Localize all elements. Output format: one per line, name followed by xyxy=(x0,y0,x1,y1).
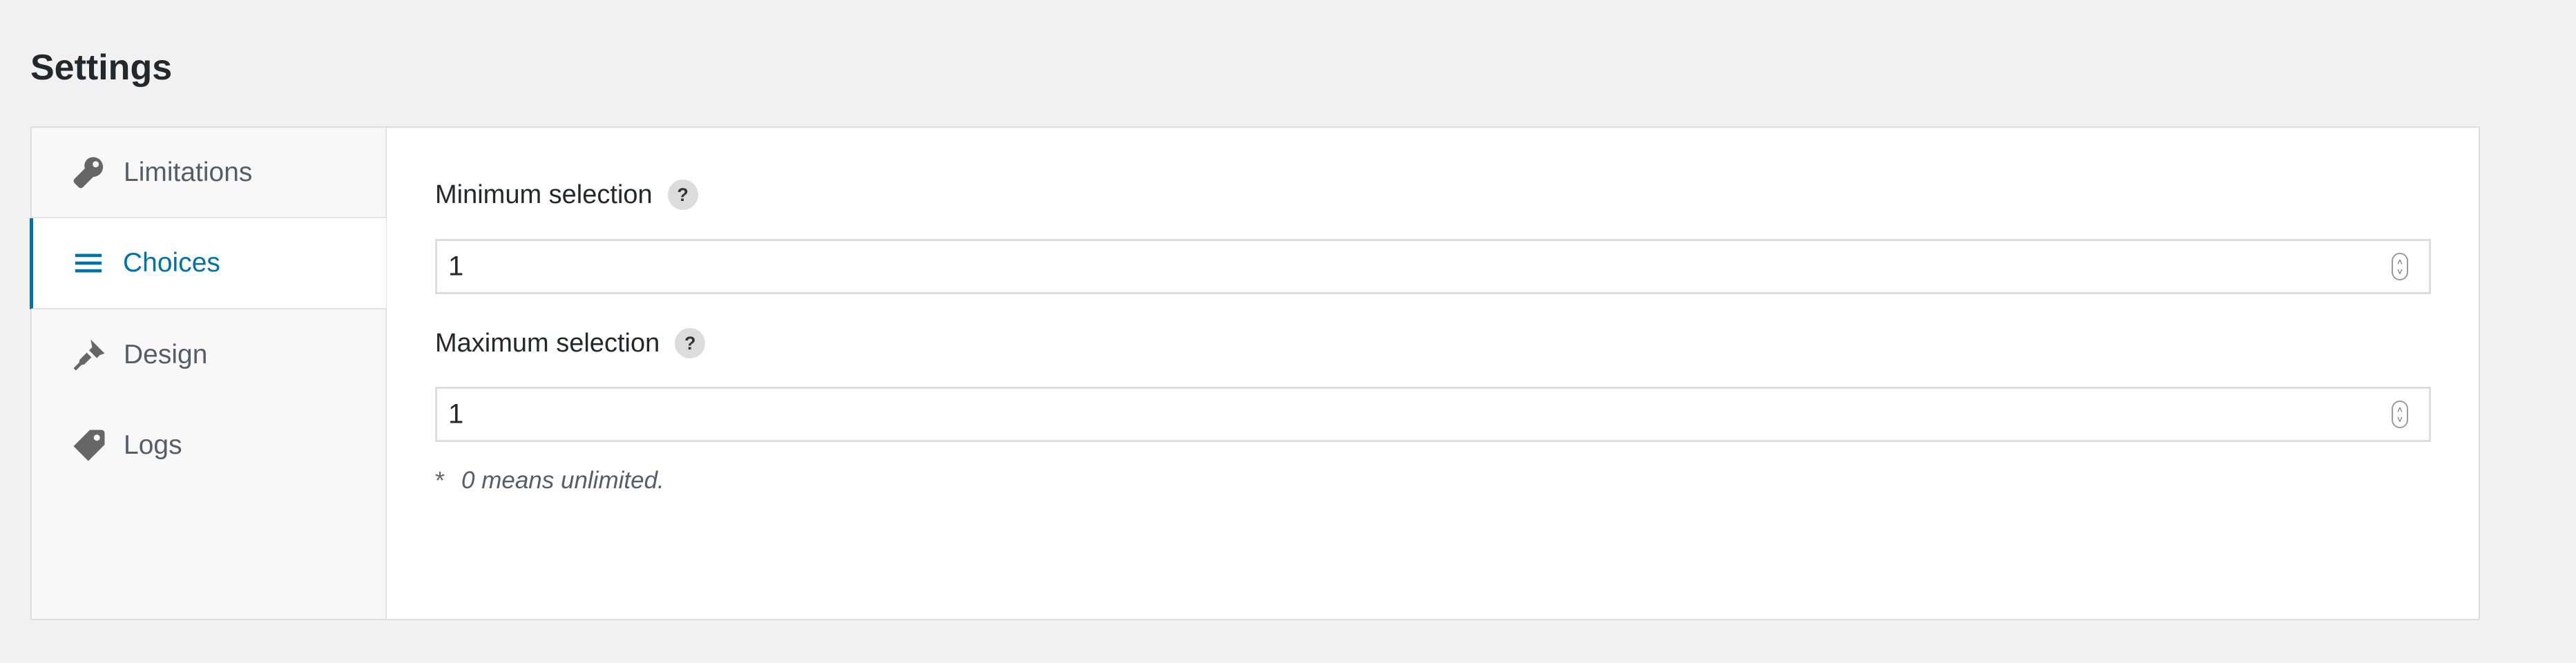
tab-limitations[interactable]: Limitations xyxy=(32,128,387,218)
tab-choices-label: Choices xyxy=(123,248,220,278)
hint-note-text: 0 means unlimited. xyxy=(461,467,664,494)
tab-logs[interactable]: Logs xyxy=(32,400,387,490)
tag-icon xyxy=(70,427,108,464)
settings-content: Minimum selection ? 1 ˄ ˅ Maximum selecti… xyxy=(387,128,2479,619)
min-selection-label: Minimum selection ? xyxy=(435,180,698,210)
tab-design[interactable]: Design xyxy=(32,309,387,400)
hint-note: * 0 means unlimited. xyxy=(435,466,664,495)
max-selection-label: Maximum selection ? xyxy=(435,328,706,358)
help-icon[interactable]: ? xyxy=(675,328,706,358)
min-selection-input[interactable]: 1 ˄ ˅ xyxy=(435,239,2431,294)
page-title: Settings xyxy=(30,48,173,88)
stepper-icon[interactable]: ˄ ˅ xyxy=(2392,253,2408,280)
max-selection-value: 1 xyxy=(448,398,464,430)
max-selection-input[interactable]: 1 ˄ ˅ xyxy=(435,387,2431,442)
tab-logs-label: Logs xyxy=(124,430,182,460)
max-selection-label-text: Maximum selection xyxy=(435,328,660,358)
wrench-icon xyxy=(70,154,108,191)
stepper-icon[interactable]: ˄ ˅ xyxy=(2392,401,2408,428)
tab-design-label: Design xyxy=(124,339,208,369)
settings-sidebar: Limitations Choices Design Logs xyxy=(30,128,387,619)
tab-limitations-label: Limitations xyxy=(124,157,253,187)
list-icon xyxy=(70,244,107,282)
tab-choices[interactable]: Choices xyxy=(30,218,386,309)
paintbrush-icon xyxy=(70,336,108,374)
asterisk-icon: * xyxy=(435,466,445,494)
min-selection-label-text: Minimum selection xyxy=(435,180,653,209)
settings-panel: Limitations Choices Design Logs Minimum … xyxy=(30,126,2480,620)
min-selection-value: 1 xyxy=(448,251,464,282)
help-icon[interactable]: ? xyxy=(667,180,698,210)
